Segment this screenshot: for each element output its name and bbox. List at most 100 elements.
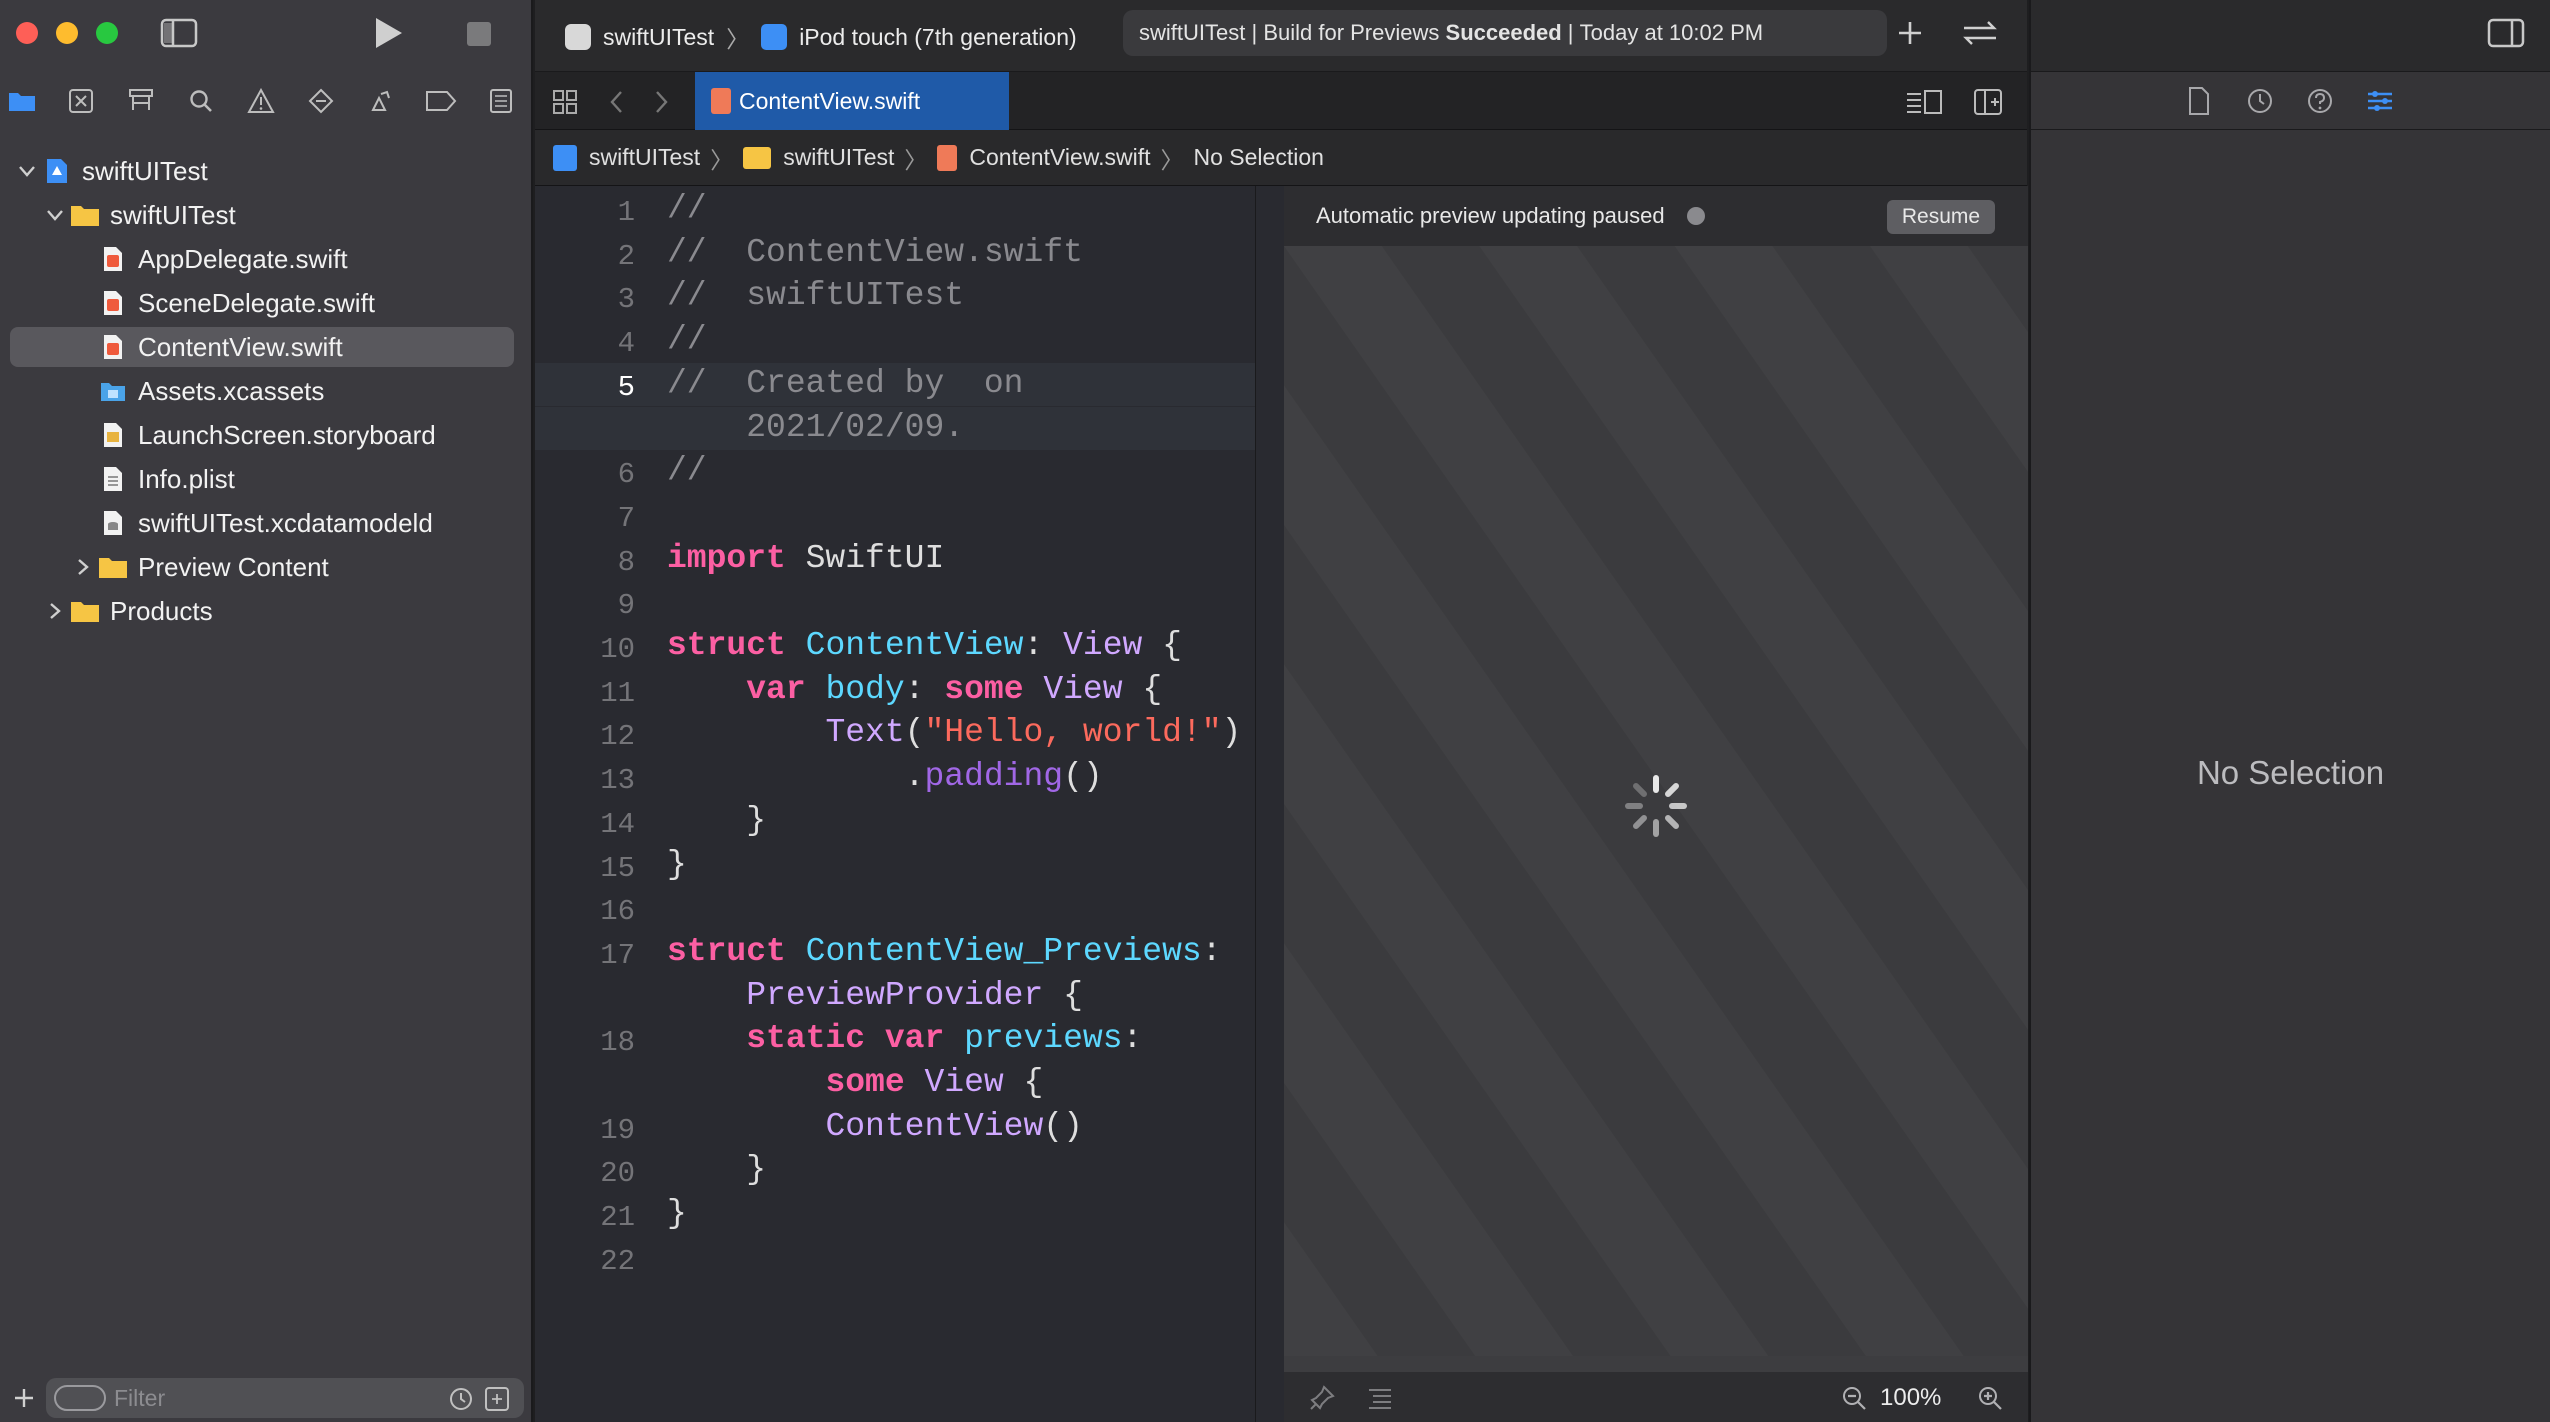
back-chevron-icon[interactable] xyxy=(607,88,627,116)
code-line[interactable]: .padding() xyxy=(667,758,1103,795)
test-diamond-icon[interactable] xyxy=(303,86,339,116)
code-token: () xyxy=(1063,758,1103,796)
tree-item[interactable]: AppDelegate.swift xyxy=(0,239,533,279)
code-line[interactable]: // swiftUITest xyxy=(667,277,964,314)
code-line[interactable]: // ContentView.swift xyxy=(667,234,1083,271)
history-inspector-icon[interactable] xyxy=(2245,86,2275,116)
help-inspector-icon[interactable] xyxy=(2305,86,2335,116)
pin-icon[interactable] xyxy=(1308,1384,1336,1412)
code-line[interactable]: } xyxy=(667,802,766,839)
chevron-down-icon[interactable] xyxy=(42,208,68,222)
jump-project[interactable]: swiftUITest xyxy=(589,144,700,171)
tree-item[interactable]: SceneDelegate.swift xyxy=(0,283,533,323)
hierarchy-icon[interactable] xyxy=(123,86,159,116)
code-line[interactable]: some View { xyxy=(667,1064,1043,1101)
code-line[interactable]: struct ContentView: View { xyxy=(667,627,1182,664)
code-token: Text xyxy=(825,714,905,752)
code-token: : xyxy=(1201,932,1222,970)
code-line[interactable]: Text("Hello, world!") xyxy=(667,714,1241,751)
warning-icon[interactable] xyxy=(243,86,279,116)
source-control-icon[interactable] xyxy=(63,86,99,116)
code-line[interactable]: // xyxy=(667,321,707,358)
forward-chevron-icon[interactable] xyxy=(651,88,671,116)
source-control-filter-icon[interactable] xyxy=(484,1386,510,1412)
chevron-right-icon[interactable] xyxy=(42,602,68,620)
structure-list-icon[interactable] xyxy=(1366,1384,1394,1412)
code-line[interactable]: // xyxy=(667,452,707,489)
tree-item[interactable]: ContentView.swift xyxy=(10,327,514,367)
tree-item[interactable]: swiftUITest xyxy=(0,151,533,191)
jump-selection[interactable]: No Selection xyxy=(1194,144,1324,171)
attributes-inspector-icon[interactable] xyxy=(2365,86,2395,116)
breakpoint-icon[interactable] xyxy=(423,86,459,116)
toggle-inspector-icon[interactable] xyxy=(2487,18,2525,48)
code-line[interactable]: PreviewProvider { xyxy=(667,977,1083,1014)
tree-item[interactable]: Assets.xcassets xyxy=(0,371,533,411)
tab-contentview[interactable]: ContentView.swift xyxy=(695,72,1009,130)
editor-scroll-gutter xyxy=(1255,186,1284,1422)
add-icon[interactable] xyxy=(12,1386,36,1410)
chevron-down-icon[interactable] xyxy=(14,164,40,178)
tree-item[interactable]: Products xyxy=(0,591,533,631)
activity-status: swiftUITest | Build for Previews Succeed… xyxy=(1123,10,1887,56)
zoom-in-icon[interactable] xyxy=(1976,1384,2004,1412)
library-add-icon[interactable] xyxy=(1895,18,1925,48)
toggle-navigator-icon[interactable] xyxy=(160,18,198,48)
zoom-window-button[interactable] xyxy=(96,22,118,44)
tree-item[interactable]: Info.plist xyxy=(0,459,533,499)
report-icon[interactable] xyxy=(483,86,519,116)
code-line[interactable]: } xyxy=(667,1195,687,1232)
zoom-out-icon[interactable] xyxy=(1840,1384,1868,1412)
code-line[interactable]: // xyxy=(667,190,707,227)
scheme-selector[interactable]: swiftUITest 〉 iPod touch (7th generation… xyxy=(565,20,1077,54)
code-line[interactable]: // Created by on xyxy=(667,365,1023,402)
code-line[interactable]: static var previews: xyxy=(667,1020,1142,1057)
tree-item[interactable]: Preview Content xyxy=(0,547,533,587)
code-line[interactable]: } xyxy=(667,1151,766,1188)
run-icon[interactable] xyxy=(372,16,404,50)
resume-button[interactable]: Resume xyxy=(1887,200,1995,234)
code-line[interactable]: import SwiftUI xyxy=(667,540,944,577)
debug-icon[interactable] xyxy=(363,86,399,116)
filter-options-icon[interactable] xyxy=(54,1385,106,1411)
code-token: var xyxy=(746,670,806,708)
tree-item[interactable]: swiftUITest.xcdatamodeld xyxy=(0,503,533,543)
close-window-button[interactable] xyxy=(16,22,38,44)
code-line[interactable]: struct ContentView_Previews: xyxy=(667,933,1222,970)
inspector-toolbar xyxy=(2029,0,2550,72)
line-number: 12 xyxy=(600,720,635,754)
jump-group[interactable]: swiftUITest xyxy=(783,144,894,171)
line-number: 22 xyxy=(600,1244,635,1278)
code-line[interactable]: 2021/02/09. xyxy=(667,409,964,446)
code-token: { xyxy=(1142,627,1182,664)
code-token: // ContentView.swift xyxy=(667,233,1083,271)
filter-field[interactable]: Filter xyxy=(46,1378,524,1418)
jump-bar[interactable]: swiftUITest 〉 swiftUITest 〉 ContentView.… xyxy=(535,130,2027,186)
code-line[interactable]: var body: some View { xyxy=(667,671,1162,708)
minimize-window-button[interactable] xyxy=(56,22,78,44)
tree-item[interactable]: swiftUITest xyxy=(0,195,533,235)
file-inspector-icon[interactable] xyxy=(2187,86,2211,116)
split-editor-icon[interactable] xyxy=(1973,88,2003,116)
folder-icon[interactable] xyxy=(4,86,40,116)
code-line[interactable]: ContentView() xyxy=(667,1108,1082,1145)
inspector-tabs xyxy=(2031,72,2550,130)
code-token: 2021/02/09. xyxy=(667,408,965,446)
tree-item[interactable]: LaunchScreen.storyboard xyxy=(0,415,533,455)
source-editor[interactable]: 1 // 2 // ContentView.swift 3 // swiftUITest 4… xyxy=(535,186,1275,1422)
search-icon[interactable] xyxy=(183,86,219,116)
code-line[interactable]: } xyxy=(667,846,687,883)
recent-files-icon[interactable] xyxy=(448,1386,474,1412)
code-token: ContentView xyxy=(805,627,1024,664)
jump-file[interactable]: ContentView.swift xyxy=(969,144,1150,171)
grid-related-items-icon[interactable] xyxy=(551,88,579,116)
chevron-right-icon[interactable] xyxy=(70,558,96,576)
code-token: ContentView_Previews xyxy=(805,932,1202,970)
preview-canvas[interactable]: Automatic preview updating paused Resume… xyxy=(1284,186,2028,1422)
info-icon[interactable] xyxy=(1686,207,1705,225)
editor-options-icon[interactable] xyxy=(1905,88,1943,116)
code-review-icon[interactable] xyxy=(1960,18,2000,48)
stop-icon[interactable] xyxy=(467,22,491,46)
